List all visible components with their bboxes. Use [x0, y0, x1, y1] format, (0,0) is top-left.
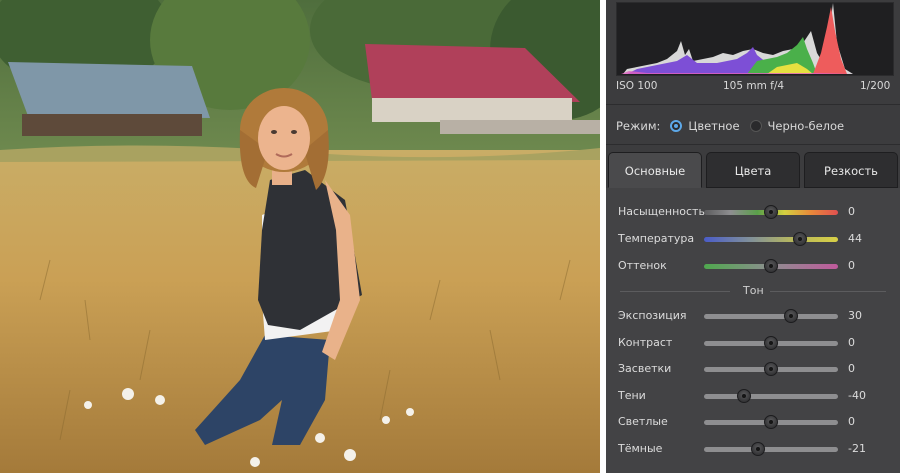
slider-thumb[interactable]	[764, 205, 778, 219]
slider-value: 0	[848, 415, 855, 429]
slider-label: Контраст	[618, 335, 673, 349]
slider-row-contrast: Контраст 0	[618, 335, 888, 351]
radio-bw-icon[interactable]	[749, 120, 762, 132]
slider-row-shadows: Тени -40	[618, 388, 888, 404]
slider-label: Тёмные	[618, 442, 663, 455]
mode-option-color[interactable]: Цветное	[688, 119, 739, 133]
slider-thumb[interactable]	[793, 232, 808, 246]
slider-row-tint: Оттенок 0	[618, 258, 888, 274]
adjustments-panel: ISO 100 105 mm f/4 1/200 Режим: Цветное …	[606, 0, 900, 473]
mode-selector: Режим: Цветное Черно-белое	[616, 118, 844, 134]
slider-track[interactable]	[704, 259, 838, 273]
radio-color-icon[interactable]	[670, 120, 683, 132]
slider-label: Насыщенность	[618, 205, 705, 218]
slider-label: Светлые	[618, 415, 668, 429]
lens-text: 105 mm f/4	[723, 80, 785, 92]
slider-value: 0	[848, 362, 855, 376]
slider-value: 0	[848, 335, 855, 349]
slider-value: -40	[848, 388, 866, 402]
slider-thumb[interactable]	[764, 362, 778, 377]
slider-row-saturation: Насыщенность 0	[618, 204, 888, 220]
slider-label: Оттенок	[618, 259, 667, 272]
slider-thumb[interactable]	[764, 259, 778, 273]
slider-value: -21	[848, 442, 866, 455]
slider-track[interactable]	[704, 388, 838, 403]
slider-value: 30	[848, 309, 862, 322]
slider-value: 0	[848, 259, 855, 272]
slider-track[interactable]	[704, 232, 838, 246]
photo-preview	[0, 0, 600, 473]
slider-row-exposure: Экспозиция 30	[618, 308, 888, 324]
divider	[620, 291, 730, 292]
histogram-graph	[621, 3, 853, 74]
slider-row-highlights: Засветки 0	[618, 361, 888, 377]
slider-value: 0	[848, 205, 855, 218]
tone-section-title: Тон	[743, 284, 764, 297]
tab-colors[interactable]: Цвета	[706, 152, 800, 188]
histogram	[616, 2, 894, 76]
slider-row-temperature: Температура 44	[618, 231, 888, 247]
slider-value: 44	[848, 232, 862, 245]
mode-label: Режим:	[616, 119, 661, 133]
slider-label: Экспозиция	[618, 309, 687, 322]
slider-label: Засветки	[618, 362, 672, 376]
slider-thumb[interactable]	[784, 309, 799, 323]
slider-track[interactable]	[704, 362, 838, 377]
divider	[606, 144, 900, 145]
tab-sharpness[interactable]: Резкость	[804, 152, 898, 188]
slider-track[interactable]	[704, 442, 838, 456]
slider-track[interactable]	[704, 415, 838, 430]
photo-scene	[0, 0, 600, 473]
exif-info: ISO 100 105 mm f/4 1/200	[616, 80, 894, 94]
tab-content-basic: Насыщенность 0 Температура 44 Оттенок 0 Экспо…	[606, 188, 900, 473]
slider-row-whites: Светлые 0	[618, 414, 888, 430]
tab-basic[interactable]: Основные	[608, 152, 702, 188]
divider	[606, 104, 900, 105]
slider-thumb[interactable]	[764, 415, 778, 430]
tab-bar: Основные Цвета Резкость	[608, 152, 898, 188]
divider	[770, 291, 886, 292]
slider-row-blacks: Тёмные -21	[618, 441, 888, 457]
iso-text: ISO 100	[616, 80, 658, 92]
mode-option-bw[interactable]: Черно-белое	[768, 119, 845, 133]
tone-section-header: Тон	[606, 284, 900, 298]
slider-track[interactable]	[704, 335, 838, 350]
slider-label: Температура	[618, 232, 695, 245]
slider-label: Тени	[618, 388, 646, 402]
slider-thumb[interactable]	[737, 388, 752, 403]
slider-thumb[interactable]	[750, 442, 765, 456]
slider-thumb[interactable]	[764, 335, 778, 350]
slider-track[interactable]	[704, 309, 838, 323]
shutter-text: 1/200	[860, 80, 891, 92]
slider-track[interactable]	[704, 205, 838, 219]
